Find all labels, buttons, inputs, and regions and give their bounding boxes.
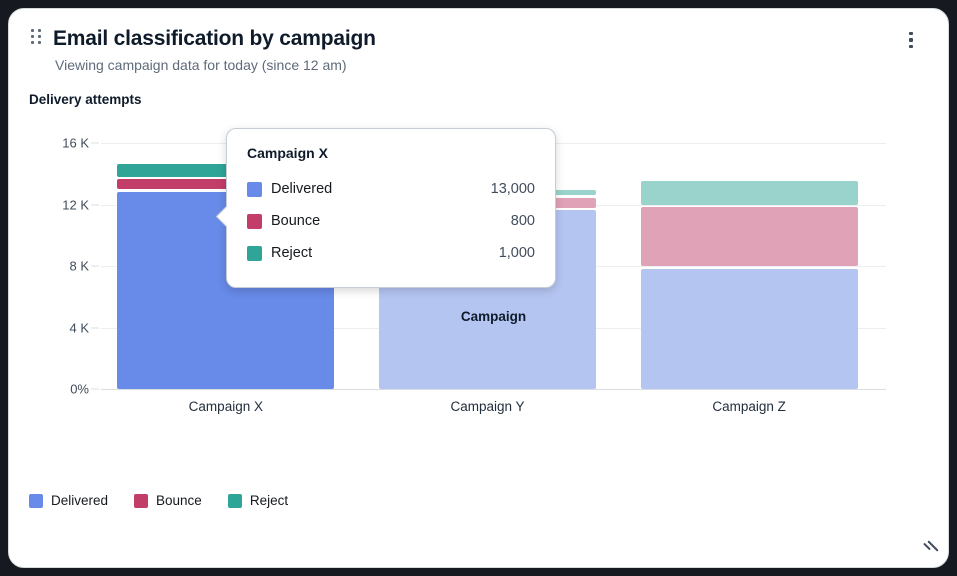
tooltip-row: Delivered 13,000 [247,173,535,205]
legend-item[interactable]: Reject [228,493,288,508]
y-tick-mark [91,389,99,390]
legend-item[interactable]: Bounce [134,493,202,508]
x-tick-label: Campaign Z [712,399,786,414]
y-tick-label: 16 K [62,136,89,151]
bar-segment-bounce[interactable] [641,207,858,266]
legend-item[interactable]: Delivered [29,493,108,508]
y-tick-mark [91,204,99,205]
tooltip-series-value: 800 [511,213,535,229]
legend-swatch-icon [29,494,43,508]
tooltip-swatch-icon [247,182,262,197]
bar-segment-reject[interactable] [641,181,858,205]
stacked-bar-chart: 0% 4 K 8 K 12 K 16 K Campaign X Campaign Y Camp… [9,9,949,568]
tooltip-row: Bounce 800 [247,205,535,237]
y-tick-mark [91,266,99,267]
y-tick-label: 4 K [69,320,89,335]
gridline: 0% [101,389,886,390]
tooltip-swatch-icon [247,214,262,229]
tooltip-series-value: 1,000 [499,245,535,261]
legend-label: Delivered [51,493,108,508]
legend-label: Reject [250,493,288,508]
y-tick-label: 8 K [69,259,89,274]
chart-card: Email classification by campaign Viewing… [8,8,949,568]
bar-segment-delivered[interactable] [641,269,858,390]
chart-legend: Delivered Bounce Reject [29,493,288,508]
chart-tooltip: Campaign X Delivered 13,000 Bounce 800 Rejec… [226,128,556,288]
legend-swatch-icon [228,494,242,508]
resize-corner-icon[interactable] [918,537,936,555]
legend-swatch-icon [134,494,148,508]
y-tick-label: 12 K [62,197,89,212]
tooltip-row: Reject 1,000 [247,237,535,269]
x-tick-label: Campaign Y [450,399,524,414]
tooltip-series-label: Bounce [271,213,320,229]
tooltip-title: Campaign X [247,145,535,161]
tooltip-swatch-icon [247,246,262,261]
y-tick-label: 0% [70,382,89,397]
x-axis-title: Campaign [101,309,886,324]
tooltip-rows: Delivered 13,000 Bounce 800 Reject 1,000 [247,173,535,269]
x-tick-label: Campaign X [189,399,263,414]
tooltip-series-value: 13,000 [491,181,535,197]
legend-label: Bounce [156,493,202,508]
tooltip-series-label: Reject [271,245,312,261]
y-tick-mark [91,327,99,328]
y-tick-mark [91,143,99,144]
bar-group[interactable] [641,143,858,389]
tooltip-series-label: Delivered [271,181,332,197]
